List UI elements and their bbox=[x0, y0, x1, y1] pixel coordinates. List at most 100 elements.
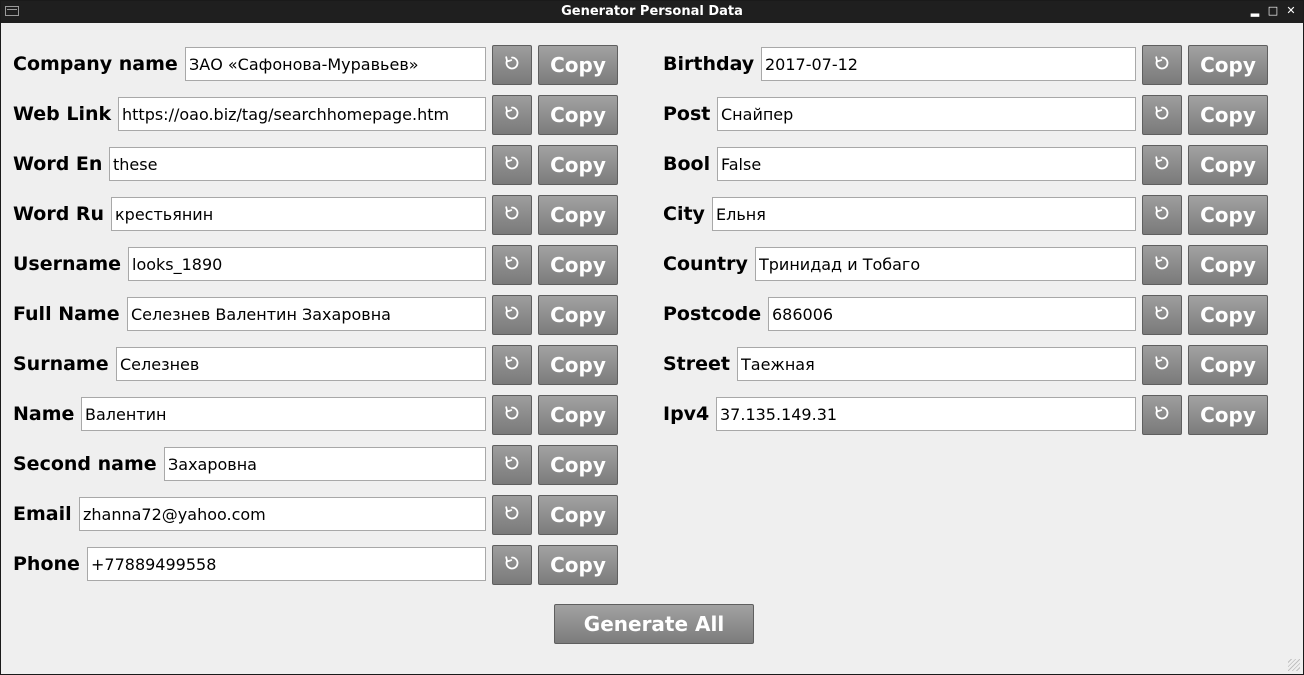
web-link-input[interactable] bbox=[118, 97, 486, 131]
word-en-regenerate-button[interactable] bbox=[492, 145, 532, 185]
full-name-regenerate-button[interactable] bbox=[492, 295, 532, 335]
street-regenerate-button[interactable] bbox=[1142, 345, 1182, 385]
postcode-label: Postcode bbox=[663, 303, 762, 325]
refresh-icon bbox=[1153, 54, 1171, 76]
app-window: Generator Personal Data ▂ □ ✕ Company na… bbox=[0, 0, 1304, 675]
street-copy-button[interactable]: Copy bbox=[1188, 345, 1268, 385]
surname-label: Surname bbox=[13, 353, 109, 375]
name-copy-button[interactable]: Copy bbox=[538, 395, 618, 435]
ipv4-copy-button[interactable]: Copy bbox=[1188, 395, 1268, 435]
refresh-icon bbox=[503, 204, 521, 226]
phone-input[interactable] bbox=[87, 547, 486, 581]
second-name-regenerate-button[interactable] bbox=[492, 445, 532, 485]
second-name-copy-button[interactable]: Copy bbox=[538, 445, 618, 485]
ipv4-regenerate-button[interactable] bbox=[1142, 395, 1182, 435]
surname-copy-button[interactable]: Copy bbox=[538, 345, 618, 385]
username-input[interactable] bbox=[128, 247, 486, 281]
field-row-company-name: Company name Copy bbox=[13, 45, 618, 85]
street-input[interactable] bbox=[737, 347, 1136, 381]
surname-input[interactable] bbox=[116, 347, 486, 381]
word-en-label: Word En bbox=[13, 153, 103, 175]
refresh-icon bbox=[503, 254, 521, 276]
web-link-regenerate-button[interactable] bbox=[492, 95, 532, 135]
web-link-label: Web Link bbox=[13, 103, 112, 125]
field-row-second-name: Second name Copy bbox=[13, 445, 618, 485]
country-copy-button[interactable]: Copy bbox=[1188, 245, 1268, 285]
refresh-icon bbox=[1153, 304, 1171, 326]
full-name-input[interactable] bbox=[127, 297, 486, 331]
refresh-icon bbox=[1153, 404, 1171, 426]
city-input[interactable] bbox=[712, 197, 1136, 231]
post-input[interactable] bbox=[717, 97, 1136, 131]
field-row-full-name: Full Name Copy bbox=[13, 295, 618, 335]
birthday-regenerate-button[interactable] bbox=[1142, 45, 1182, 85]
field-row-birthday: Birthday Copy bbox=[663, 45, 1268, 85]
country-label: Country bbox=[663, 253, 748, 275]
ipv4-input[interactable] bbox=[716, 397, 1136, 431]
field-row-web-link: Web Link Copy bbox=[13, 95, 618, 135]
birthday-input[interactable] bbox=[761, 47, 1136, 81]
post-label: Post bbox=[663, 103, 711, 125]
company-name-copy-button[interactable]: Copy bbox=[538, 45, 618, 85]
email-input[interactable] bbox=[79, 497, 486, 531]
refresh-icon bbox=[1153, 254, 1171, 276]
post-copy-button[interactable]: Copy bbox=[1188, 95, 1268, 135]
web-link-copy-button[interactable]: Copy bbox=[538, 95, 618, 135]
generate-all-button[interactable]: Generate All bbox=[554, 604, 754, 644]
refresh-icon bbox=[503, 404, 521, 426]
refresh-icon bbox=[503, 504, 521, 526]
bool-regenerate-button[interactable] bbox=[1142, 145, 1182, 185]
field-row-street: Street Copy bbox=[663, 345, 1268, 385]
title-bar: Generator Personal Data ▂ □ ✕ bbox=[1, 1, 1303, 23]
word-ru-copy-button[interactable]: Copy bbox=[538, 195, 618, 235]
phone-copy-button[interactable]: Copy bbox=[538, 545, 618, 585]
birthday-copy-button[interactable]: Copy bbox=[1188, 45, 1268, 85]
post-regenerate-button[interactable] bbox=[1142, 95, 1182, 135]
maximize-icon[interactable]: □ bbox=[1267, 3, 1279, 19]
field-row-country: Country Copy bbox=[663, 245, 1268, 285]
bool-copy-button[interactable]: Copy bbox=[1188, 145, 1268, 185]
full-name-label: Full Name bbox=[13, 303, 120, 325]
username-regenerate-button[interactable] bbox=[492, 245, 532, 285]
close-icon[interactable]: ✕ bbox=[1285, 3, 1297, 19]
field-row-bool: Bool Copy bbox=[663, 145, 1268, 185]
birthday-label: Birthday bbox=[663, 53, 755, 75]
username-copy-button[interactable]: Copy bbox=[538, 245, 618, 285]
country-regenerate-button[interactable] bbox=[1142, 245, 1182, 285]
name-regenerate-button[interactable] bbox=[492, 395, 532, 435]
refresh-icon bbox=[503, 354, 521, 376]
refresh-icon bbox=[503, 304, 521, 326]
company-name-input[interactable] bbox=[185, 47, 486, 81]
refresh-icon bbox=[503, 54, 521, 76]
word-ru-regenerate-button[interactable] bbox=[492, 195, 532, 235]
postcode-copy-button[interactable]: Copy bbox=[1188, 295, 1268, 335]
word-en-input[interactable] bbox=[109, 147, 486, 181]
email-copy-button[interactable]: Copy bbox=[538, 495, 618, 535]
company-name-regenerate-button[interactable] bbox=[492, 45, 532, 85]
postcode-regenerate-button[interactable] bbox=[1142, 295, 1182, 335]
word-en-copy-button[interactable]: Copy bbox=[538, 145, 618, 185]
full-name-copy-button[interactable]: Copy bbox=[538, 295, 618, 335]
street-label: Street bbox=[663, 353, 730, 375]
second-name-input[interactable] bbox=[164, 447, 486, 481]
bool-input[interactable] bbox=[717, 147, 1136, 181]
field-row-postcode: Postcode Copy bbox=[663, 295, 1268, 335]
phone-label: Phone bbox=[13, 553, 80, 575]
refresh-icon bbox=[503, 154, 521, 176]
field-row-name: Name Copy bbox=[13, 395, 618, 435]
country-input[interactable] bbox=[755, 247, 1136, 281]
surname-regenerate-button[interactable] bbox=[492, 345, 532, 385]
refresh-icon bbox=[1153, 354, 1171, 376]
word-ru-input[interactable] bbox=[111, 197, 486, 231]
minimize-icon[interactable]: ▂ bbox=[1249, 3, 1261, 19]
resize-grip[interactable] bbox=[1288, 659, 1300, 671]
city-regenerate-button[interactable] bbox=[1142, 195, 1182, 235]
phone-regenerate-button[interactable] bbox=[492, 545, 532, 585]
second-name-label: Second name bbox=[13, 453, 157, 475]
email-regenerate-button[interactable] bbox=[492, 495, 532, 535]
field-row-phone: Phone Copy bbox=[13, 545, 618, 585]
postcode-input[interactable] bbox=[768, 297, 1136, 331]
field-row-city: City Copy bbox=[663, 195, 1268, 235]
city-copy-button[interactable]: Copy bbox=[1188, 195, 1268, 235]
name-input[interactable] bbox=[81, 397, 486, 431]
